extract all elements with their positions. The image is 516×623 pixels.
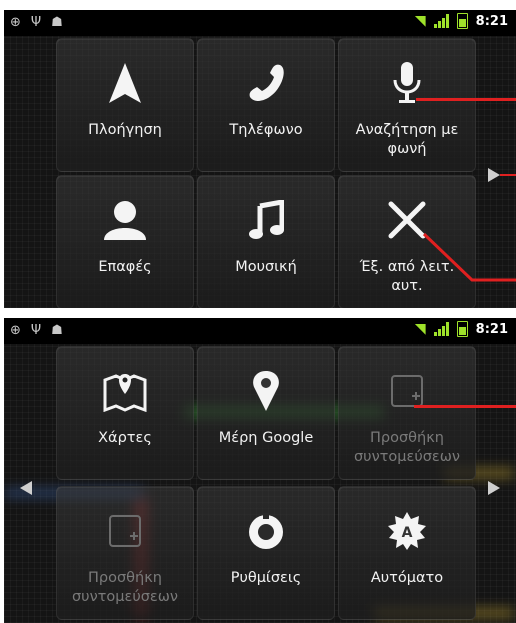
tile-google-places[interactable]: Μέρη Google <box>197 346 335 480</box>
car-home-screen-page-2: ⊕ Ψ ☗ ◥ 8:21 Χάρτες Μέρη Google Προσθήκη… <box>4 318 516 623</box>
tile-contacts[interactable]: Επαφές <box>56 175 194 308</box>
tile-label: Ρυθμίσεις <box>230 570 302 586</box>
signal-icon <box>433 322 449 336</box>
tile-label: Τηλέφωνο <box>229 122 303 138</box>
tile-navigation[interactable]: Πλοήγηση <box>56 38 194 172</box>
phone-handset-icon <box>198 57 334 109</box>
place-pin-icon <box>198 365 334 417</box>
status-bar: ⊕ Ψ ☗ ◥ 8:21 <box>4 10 516 36</box>
android-debug-icon: ☗ <box>51 15 63 30</box>
contact-person-icon <box>57 194 193 246</box>
svg-text:A: A <box>402 525 413 541</box>
navigation-arrow-icon <box>57 57 193 109</box>
auto-brightness-icon: A <box>339 505 475 557</box>
wifi-icon: ◥ <box>414 13 426 29</box>
usb-icon: Ψ <box>30 15 42 30</box>
tile-label: Αυτόματο <box>370 570 444 586</box>
tile-music[interactable]: Μουσική <box>197 175 335 308</box>
tile-label: Επαφές <box>98 259 152 275</box>
music-note-icon <box>198 194 334 246</box>
gps-icon: ⊕ <box>10 15 21 30</box>
add-shortcut-icon <box>57 505 193 557</box>
callout-line <box>500 174 516 176</box>
callout-line <box>422 232 516 282</box>
tile-add-shortcut[interactable]: Προσθήκη συντομεύσεων <box>338 346 476 480</box>
tile-label: Αναζήτηση με φωνή <box>355 122 459 157</box>
tile-add-shortcut[interactable]: Προσθήκη συντομεύσεων <box>56 486 194 620</box>
next-page-arrow-icon[interactable] <box>488 481 500 495</box>
callout-line <box>414 405 516 408</box>
battery-icon <box>456 321 468 337</box>
tile-settings[interactable]: Ρυθμίσεις <box>197 486 335 620</box>
tile-label: Πλοήγηση <box>88 122 162 138</box>
usb-icon: Ψ <box>30 323 42 338</box>
tile-label: Προσθήκη συντομεύσεων <box>71 570 178 605</box>
car-home-screen-page-1: ⊕ Ψ ☗ ◥ 8:21 Πλοήγηση Τηλέφωνο Αναζήτηση… <box>4 10 516 308</box>
tile-phone[interactable]: Τηλέφωνο <box>197 38 335 172</box>
tile-voice-search[interactable]: Αναζήτηση με φωνή <box>338 38 476 172</box>
android-debug-icon: ☗ <box>51 323 63 338</box>
callout-line <box>416 98 516 101</box>
clock: 8:21 <box>475 13 508 29</box>
wifi-icon: ◥ <box>414 321 426 337</box>
tile-label: Μέρη Google <box>218 430 314 446</box>
gps-icon: ⊕ <box>10 323 21 338</box>
map-pin-book-icon <box>57 365 193 417</box>
tile-label: Προσθήκη συντομεύσεων <box>353 430 460 465</box>
add-shortcut-icon <box>339 365 475 417</box>
tile-label: Μουσική <box>235 259 297 275</box>
clock: 8:21 <box>475 321 508 337</box>
battery-icon <box>456 13 468 29</box>
signal-icon <box>433 14 449 28</box>
tile-auto[interactable]: A Αυτόματο <box>338 486 476 620</box>
settings-dial-icon <box>198 505 334 557</box>
microphone-icon <box>339 57 475 109</box>
status-bar: ⊕ Ψ ☗ ◥ 8:21 <box>4 318 516 344</box>
previous-page-arrow-icon[interactable] <box>20 481 32 495</box>
tile-maps[interactable]: Χάρτες <box>56 346 194 480</box>
next-page-arrow-icon[interactable] <box>488 168 500 182</box>
tile-label: Χάρτες <box>98 430 152 446</box>
